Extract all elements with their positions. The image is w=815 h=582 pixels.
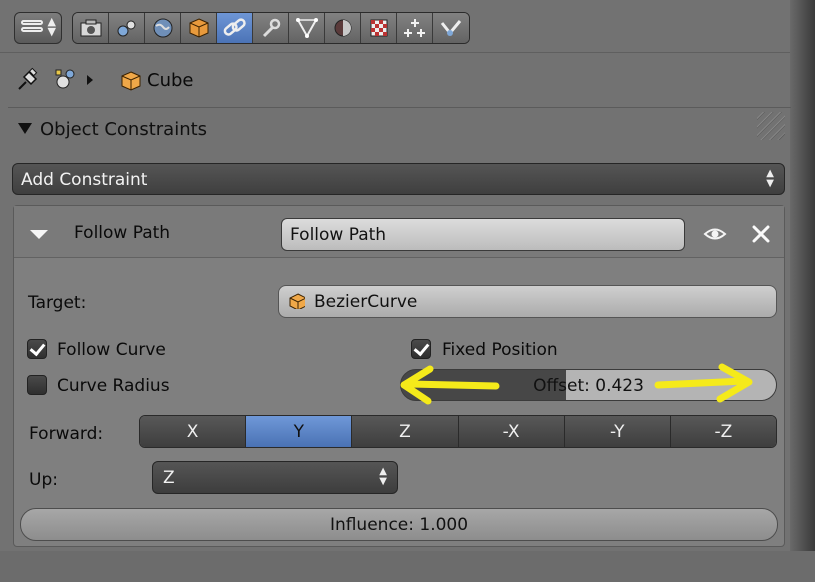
- forward-axis-z[interactable]: Z: [352, 416, 459, 447]
- panel-drag-grip-icon[interactable]: [757, 112, 785, 140]
- forward-axis-neg-x[interactable]: -X: [458, 416, 565, 447]
- up-down-arrows-icon: ▲ ▼: [766, 168, 774, 189]
- render-icon: [80, 19, 101, 37]
- forward-axis-y[interactable]: Y: [246, 416, 353, 447]
- constraint-name-field[interactable]: Follow Path: [281, 218, 685, 251]
- scene-icon: [52, 66, 80, 92]
- forward-axis-neg-y[interactable]: -Y: [564, 416, 671, 447]
- right-arrow-annotation-icon: [652, 361, 762, 407]
- target-label: Target:: [28, 293, 87, 313]
- tab-render[interactable]: [73, 13, 109, 43]
- up-down-arrows-icon: ▲ ▼: [47, 15, 56, 38]
- fixed-position-checkbox[interactable]: [411, 339, 431, 359]
- object-data-curve-icon: [295, 18, 318, 39]
- properties-editor-icon: [21, 20, 43, 36]
- forward-axis-x[interactable]: X: [140, 416, 247, 447]
- tab-constraints[interactable]: [217, 13, 253, 43]
- add-constraint-label: Add Constraint: [21, 170, 148, 190]
- physics-icon: [440, 20, 462, 36]
- up-down-arrows-icon: ▲ ▼: [379, 466, 387, 487]
- object-icon: [189, 18, 208, 38]
- material-icon: [334, 19, 351, 37]
- tab-object[interactable]: [181, 13, 217, 43]
- breadcrumb-separator-icon: [87, 75, 93, 85]
- forward-axis-neg-z[interactable]: -Z: [670, 416, 776, 447]
- tab-world[interactable]: [145, 13, 181, 43]
- constraint-expand-icon[interactable]: [30, 230, 48, 239]
- panel-footer: [0, 551, 815, 582]
- cube-object-icon: [120, 70, 142, 92]
- tab-render-layers[interactable]: [109, 13, 145, 43]
- follow-curve-checkbox[interactable]: [27, 339, 47, 359]
- close-icon[interactable]: [750, 223, 772, 245]
- world-icon: [153, 18, 172, 38]
- forward-axis-selector: X Y Z -X -Y -Z: [139, 415, 777, 448]
- follow-curve-label: Follow Curve: [57, 340, 166, 360]
- tab-particles[interactable]: [397, 13, 433, 43]
- left-arrow-annotation-icon: [396, 363, 506, 409]
- render-layers-icon: [117, 20, 135, 37]
- curve-radius-label: Curve Radius: [57, 376, 170, 396]
- texture-icon: [370, 19, 387, 37]
- editor-type-button[interactable]: ▲ ▼: [14, 12, 62, 44]
- constraint-name-value: Follow Path: [290, 225, 387, 245]
- up-label: Up:: [29, 470, 58, 490]
- modifiers-wrench-icon: [262, 18, 280, 38]
- up-axis-value: Z: [163, 468, 175, 488]
- context-tabs: [72, 12, 470, 44]
- panel-title[interactable]: Object Constraints: [40, 119, 207, 140]
- influence-value: Influence: 1.000: [329, 515, 469, 535]
- panel-collapse-icon[interactable]: [18, 123, 32, 134]
- tab-modifiers[interactable]: [253, 13, 289, 43]
- influence-slider[interactable]: Influence: 1.000: [20, 508, 778, 541]
- constraint-type-label: Follow Path: [74, 223, 171, 243]
- tab-object-data[interactable]: [289, 13, 325, 43]
- fixed-position-label: Fixed Position: [442, 340, 558, 360]
- tab-material[interactable]: [325, 13, 361, 43]
- add-constraint-dropdown[interactable]: Add Constraint ▲ ▼: [12, 163, 785, 195]
- particles-icon: [403, 19, 425, 37]
- eye-icon[interactable]: [703, 224, 727, 244]
- breadcrumb-object-name: Cube: [147, 70, 194, 91]
- curve-object-icon: [289, 293, 305, 309]
- window-edge: [790, 0, 815, 582]
- tab-physics[interactable]: [433, 13, 469, 43]
- forward-label: Forward:: [29, 424, 104, 444]
- up-axis-dropdown[interactable]: Z ▲ ▼: [152, 461, 398, 494]
- curve-radius-checkbox[interactable]: [27, 375, 47, 395]
- target-field[interactable]: BezierCurve: [278, 285, 777, 318]
- constraints-icon: [223, 18, 246, 36]
- pin-icon[interactable]: [15, 67, 41, 93]
- tab-texture[interactable]: [361, 13, 397, 43]
- target-value: BezierCurve: [314, 292, 418, 312]
- divider: [8, 107, 791, 108]
